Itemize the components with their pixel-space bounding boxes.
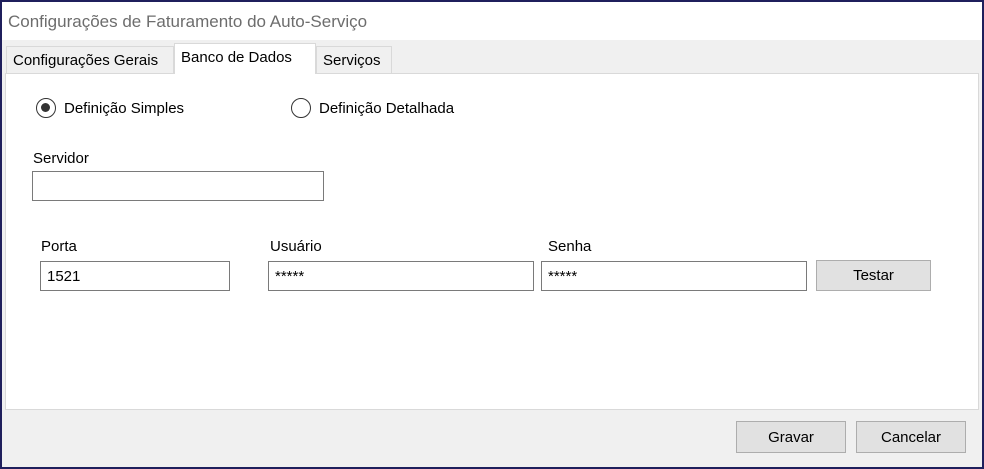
porta-label: Porta <box>41 238 77 255</box>
tab-servicos[interactable]: Serviços <box>316 46 392 73</box>
senha-label: Senha <box>548 238 592 255</box>
porta-input[interactable] <box>40 261 230 291</box>
radio-checked-icon[interactable] <box>36 98 56 118</box>
radio-definicao-simples[interactable]: Definição Simples <box>36 98 184 118</box>
tab-panel-banco-de-dados <box>5 73 979 410</box>
radio-label: Definição Simples <box>64 99 185 117</box>
test-button[interactable]: Testar <box>816 260 931 291</box>
tab-label: Configurações Gerais <box>13 52 159 69</box>
tab-label: Serviços <box>323 52 381 69</box>
tab-configuracoes-gerais[interactable]: Configurações Gerais <box>6 46 174 73</box>
radio-definicao-detalhada[interactable]: Definição Detalhada <box>291 98 454 118</box>
tab-label: Banco de Dados <box>181 49 292 66</box>
title-bar: Configurações de Faturamento do Auto-Ser… <box>2 2 982 40</box>
tab-banco-de-dados[interactable]: Banco de Dados <box>174 43 316 74</box>
senha-input[interactable] <box>541 261 807 291</box>
radio-unchecked-icon[interactable] <box>291 98 311 118</box>
cancel-button[interactable]: Cancelar <box>856 421 966 453</box>
servidor-label: Servidor <box>33 150 89 167</box>
save-button[interactable]: Gravar <box>736 421 846 453</box>
window-title: Configurações de Faturamento do Auto-Ser… <box>8 12 368 31</box>
dialog-window: Configurações de Faturamento do Auto-Ser… <box>0 0 984 469</box>
servidor-input[interactable] <box>32 171 324 201</box>
radio-label: Definição Detalhada <box>319 99 455 117</box>
usuario-label: Usuário <box>270 238 322 255</box>
usuario-input[interactable] <box>268 261 534 291</box>
